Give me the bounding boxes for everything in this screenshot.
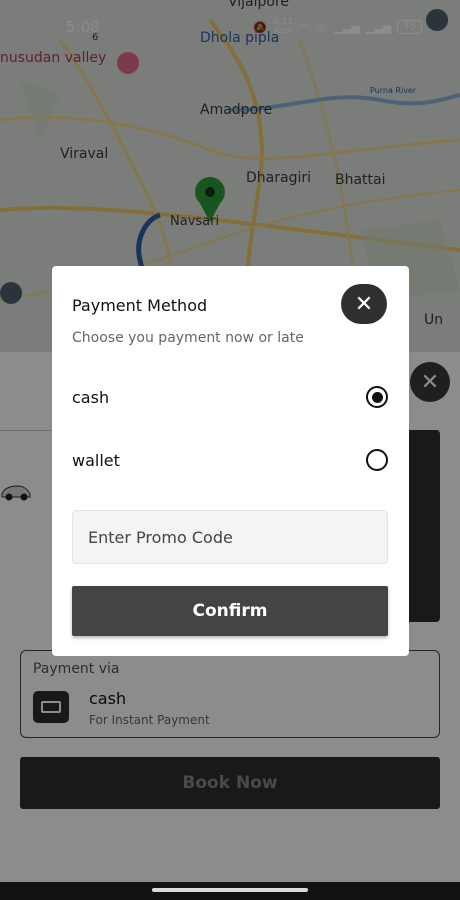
option-wallet[interactable]: wallet <box>72 446 392 474</box>
system-nav-bar <box>0 882 460 900</box>
confirm-button[interactable]: Confirm <box>72 586 388 636</box>
home-gesture-handle[interactable] <box>152 888 308 892</box>
option-cash-label: cash <box>72 387 110 407</box>
radio-selected-dot <box>371 391 383 403</box>
close-icon: ✕ <box>354 291 374 317</box>
option-cash[interactable]: cash <box>72 383 392 411</box>
payment-method-dialog: Payment Method Choose you payment now or… <box>52 266 409 656</box>
radio-cash[interactable] <box>366 386 388 408</box>
dialog-close-button[interactable]: ✕ <box>341 284 387 324</box>
dialog-subtitle: Choose you payment now or late <box>72 330 304 346</box>
promo-code-input[interactable] <box>72 510 388 564</box>
option-wallet-label: wallet <box>72 450 120 470</box>
dialog-title: Payment Method <box>72 296 208 315</box>
radio-wallet[interactable] <box>366 449 388 471</box>
